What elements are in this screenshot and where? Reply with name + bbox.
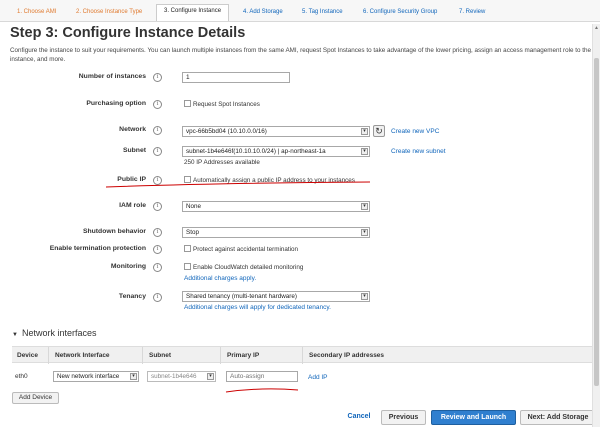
cloudwatch-monitoring-checkbox[interactable]: Enable CloudWatch detailed monitoring xyxy=(184,263,303,272)
info-icon[interactable]: i xyxy=(153,228,162,237)
cancel-button[interactable]: Cancel xyxy=(340,410,378,425)
chevron-down-icon[interactable]: ▾ xyxy=(130,373,137,380)
checkbox-box[interactable] xyxy=(184,263,191,270)
column-divider xyxy=(142,347,143,364)
termination-protection-checkbox[interactable]: Protect against accidental termination xyxy=(184,245,298,254)
chevron-down-icon[interactable]: ▾ xyxy=(207,373,214,380)
iam-role-select[interactable]: None ▾ xyxy=(182,201,370,212)
termination-protection-checkbox-label: Protect against accidental termination xyxy=(193,246,299,253)
tenancy-label: Tenancy xyxy=(118,293,146,300)
column-header: Primary IP xyxy=(227,352,260,359)
network-interfaces-table: Device Network Interface Subnet Primary … xyxy=(12,346,594,404)
cloudwatch-monitoring-label: Enable CloudWatch detailed monitoring xyxy=(193,264,304,271)
device-cell: eth0 xyxy=(15,373,28,380)
caret-down-icon: ▼ xyxy=(12,332,18,338)
shutdown-behavior-select-value: Stop xyxy=(186,229,199,236)
row-subnet-select[interactable]: subnet-1b4e646 ▾ xyxy=(147,371,216,382)
iam-role-select-value: None xyxy=(186,203,202,210)
table-header: Device Network Interface Subnet Primary … xyxy=(12,346,594,364)
info-icon[interactable]: i xyxy=(153,293,162,302)
monitoring-label: Monitoring xyxy=(110,263,146,270)
shutdown-behavior-select[interactable]: Stop ▾ xyxy=(182,227,370,238)
column-header: Network Interface xyxy=(55,352,110,359)
scroll-up-icon[interactable]: ▲ xyxy=(593,24,600,32)
info-icon[interactable]: i xyxy=(153,263,162,272)
termination-protection-label: Enable termination protection xyxy=(49,245,146,252)
chevron-down-icon[interactable]: ▾ xyxy=(361,293,368,300)
column-header: Subnet xyxy=(149,352,172,359)
column-divider xyxy=(302,347,303,364)
info-icon[interactable]: i xyxy=(153,245,162,254)
column-divider xyxy=(48,347,49,364)
tenancy-charges-link[interactable]: Additional charges will apply for dedica… xyxy=(184,304,331,311)
column-divider xyxy=(220,347,221,364)
chevron-down-icon[interactable]: ▾ xyxy=(361,203,368,210)
info-icon[interactable]: i xyxy=(153,202,162,211)
vertical-scrollbar[interactable]: ▲ xyxy=(592,24,600,427)
tenancy-select[interactable]: Shared tenancy (multi-tenant hardware) ▾ xyxy=(182,291,370,302)
previous-button[interactable]: Previous xyxy=(381,410,426,425)
iam-role-label: IAM role xyxy=(119,202,146,209)
add-ip-link[interactable]: Add IP xyxy=(308,374,328,381)
add-device-button[interactable]: Add Device xyxy=(12,392,59,404)
public-ip-underline xyxy=(105,181,371,188)
tenancy-select-value: Shared tenancy (multi-tenant hardware) xyxy=(186,293,297,300)
next-add-storage-button[interactable]: Next: Add Storage xyxy=(520,410,596,425)
primary-ip-input[interactable] xyxy=(226,371,298,382)
shutdown-behavior-label: Shutdown behavior xyxy=(82,228,146,235)
chevron-down-icon[interactable]: ▾ xyxy=(361,229,368,236)
scrollbar-thumb[interactable] xyxy=(594,58,599,386)
checkbox-box[interactable] xyxy=(184,245,191,252)
network-interface-select[interactable]: New network interface ▾ xyxy=(53,371,139,382)
column-header: Secondary IP addresses xyxy=(309,352,385,359)
column-header: Device xyxy=(17,352,38,359)
review-and-launch-button[interactable]: Review and Launch xyxy=(431,410,516,425)
network-interface-select-value: New network interface xyxy=(57,373,120,380)
row-subnet-select-value: subnet-1b4e646 xyxy=(151,373,197,380)
monitoring-charges-link[interactable]: Additional charges apply. xyxy=(184,275,256,282)
network-interfaces-toggle[interactable]: ▼ Network interfaces xyxy=(12,328,96,338)
network-interfaces-heading: Network interfaces xyxy=(21,328,97,338)
